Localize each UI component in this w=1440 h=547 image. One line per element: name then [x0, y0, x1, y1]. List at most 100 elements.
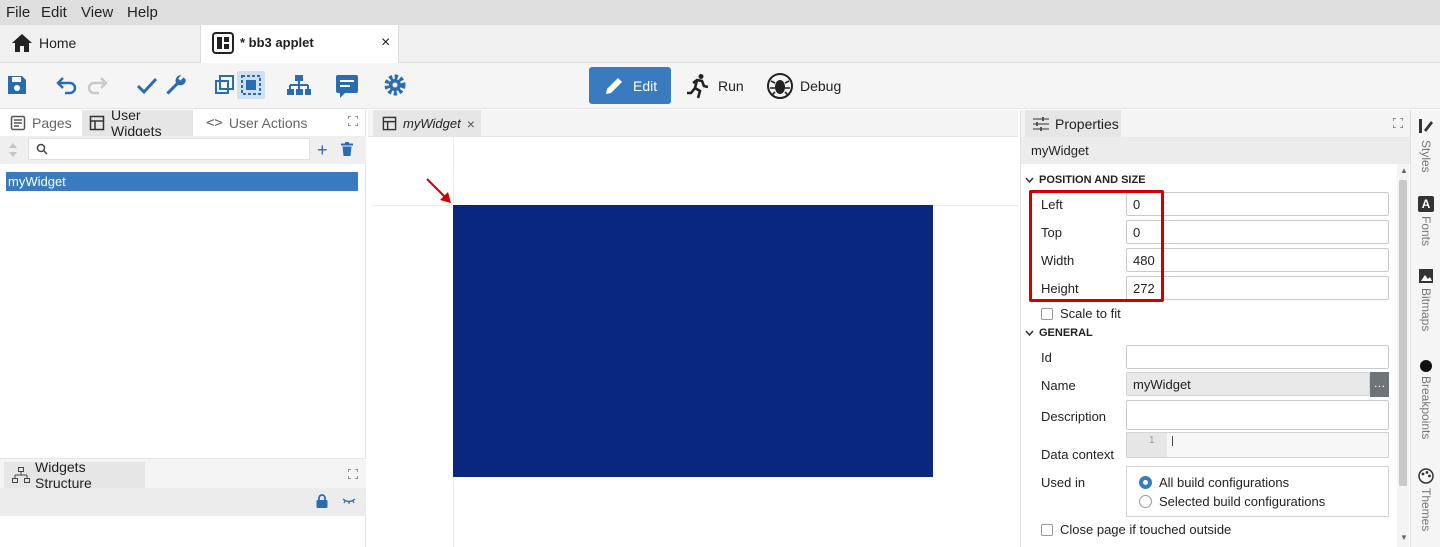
tab-user-actions-label: User Actions	[228, 115, 308, 131]
search-icon	[36, 143, 48, 155]
side-tab-fonts-label: Fonts	[1419, 216, 1433, 247]
copy-frames-icon[interactable]	[213, 73, 239, 99]
hidden-eye-icon[interactable]	[342, 497, 356, 505]
widget-list-toolbar: +	[0, 136, 366, 164]
widget-tab-icon	[382, 116, 397, 131]
save-icon[interactable]	[5, 73, 31, 99]
name-field[interactable]: myWidget	[1126, 372, 1370, 396]
red-arrow-annotation	[424, 176, 454, 206]
structure-tree-icon	[12, 467, 30, 483]
close-editor-tab-icon[interactable]: ×	[467, 116, 475, 132]
widget-search-input[interactable]	[28, 138, 310, 160]
lock-icon[interactable]	[316, 494, 328, 508]
hierarchy-icon[interactable]	[286, 73, 312, 99]
run-mode-label: Run	[718, 77, 744, 94]
delete-trash-icon[interactable]	[341, 142, 353, 156]
properties-panel: Properties myWidget ▲ ▼ POSITION AND SIZ…	[1020, 110, 1411, 547]
tab-applet[interactable]: * bb3 applet ×	[200, 25, 399, 63]
description-field[interactable]	[1126, 400, 1389, 430]
side-tab-breakpoints-label: Breakpoints	[1419, 376, 1433, 440]
side-tab-themes[interactable]: Themes	[1411, 468, 1440, 531]
close-tab-icon[interactable]: ×	[381, 34, 390, 52]
height-field[interactable]: 272	[1126, 276, 1389, 300]
top-field[interactable]: 0	[1126, 220, 1389, 244]
undo-icon[interactable]	[55, 73, 81, 99]
red-highlight-box	[1029, 190, 1164, 302]
document-tab-bar: Home * bb3 applet ×	[0, 25, 1440, 63]
run-mode-button[interactable]: Run	[684, 67, 754, 104]
tab-user-widgets[interactable]: User Widgets	[82, 107, 193, 139]
maximize-structure-icon[interactable]	[348, 469, 358, 479]
widget-canvas-rect[interactable]	[453, 205, 933, 477]
maximize-properties-icon[interactable]	[1393, 118, 1403, 128]
scale-to-fit-label: Scale to fit	[1060, 306, 1121, 321]
side-tab-bitmaps-label: Bitmaps	[1419, 288, 1433, 332]
debug-mode-button[interactable]: Debug	[764, 67, 854, 104]
menu-file[interactable]: File	[6, 4, 30, 21]
side-tab-bitmaps[interactable]: Bitmaps	[1411, 268, 1440, 331]
side-tab-breakpoints[interactable]: Breakpoints	[1411, 360, 1440, 439]
edit-mode-button[interactable]: Edit	[589, 67, 671, 104]
check-icon[interactable]	[135, 73, 161, 99]
tab-pages-label: Pages	[32, 115, 72, 131]
radio-selected-label: Selected build configurations	[1159, 494, 1326, 509]
id-field[interactable]	[1126, 345, 1389, 369]
tab-widgets-structure[interactable]: Widgets Structure	[4, 459, 145, 491]
menu-view[interactable]: View	[81, 4, 113, 21]
redo-icon[interactable]	[85, 73, 111, 99]
general-section-title: GENERAL	[1039, 327, 1093, 339]
radio-all-build-configurations[interactable]: All build configurations	[1139, 475, 1289, 490]
structure-toolbar	[0, 488, 366, 516]
edit-mode-label: Edit	[633, 77, 658, 94]
menu-edit[interactable]: Edit	[41, 4, 67, 21]
tab-mywidget-label: myWidget	[403, 116, 461, 131]
running-person-icon	[686, 73, 710, 99]
section-general[interactable]: GENERAL	[1025, 327, 1093, 339]
selection-frame-icon[interactable]	[237, 71, 265, 99]
scrollbar-thumb[interactable]	[1399, 180, 1407, 486]
tab-home-label: Home	[39, 35, 77, 51]
scroll-up-icon[interactable]: ▲	[1400, 166, 1408, 175]
radio-unselected-icon[interactable]	[1139, 495, 1152, 508]
scale-to-fit-row[interactable]: Scale to fit	[1041, 306, 1121, 321]
tab-pages[interactable]: Pages	[10, 110, 72, 136]
used-in-group: All build configurations Selected build …	[1126, 466, 1389, 517]
close-page-label: Close page if touched outside	[1060, 522, 1232, 537]
properties-scrollbar[interactable]: ▲ ▼	[1397, 164, 1409, 547]
settings-gear-icon[interactable]	[383, 73, 409, 99]
radio-selected-build-configurations[interactable]: Selected build configurations	[1139, 494, 1325, 509]
wrench-icon[interactable]	[163, 73, 189, 99]
menu-help[interactable]: Help	[127, 4, 158, 21]
id-label: Id	[1041, 350, 1052, 365]
applet-icon	[211, 31, 235, 55]
tab-home[interactable]: Home	[0, 25, 200, 63]
side-tab-strip: Styles A Fonts Bitmaps Breakpoints Theme…	[1410, 110, 1440, 547]
tab-properties[interactable]: Properties	[1025, 110, 1121, 137]
tab-mywidget[interactable]: myWidget ×	[373, 110, 481, 137]
radio-selected-icon[interactable]	[1139, 476, 1152, 489]
tab-user-actions[interactable]: <> User Actions	[206, 110, 307, 136]
sort-icon[interactable]	[8, 142, 18, 158]
add-widget-icon[interactable]: +	[317, 141, 328, 159]
comment-icon[interactable]	[334, 73, 360, 99]
widget-editor: myWidget ×	[368, 110, 1018, 547]
name-more-button[interactable]: …	[1370, 372, 1389, 397]
side-tab-fonts[interactable]: A Fonts	[1411, 196, 1440, 246]
side-tab-themes-label: Themes	[1419, 488, 1433, 532]
widget-icon	[89, 115, 105, 131]
side-tab-styles[interactable]: Styles	[1411, 118, 1440, 173]
properties-title: Properties	[1055, 115, 1119, 132]
chevron-down-icon	[1025, 330, 1034, 336]
chevron-down-icon	[1025, 177, 1034, 183]
scroll-down-icon[interactable]: ▼	[1400, 533, 1408, 542]
section-position-and-size[interactable]: POSITION AND SIZE	[1025, 174, 1146, 186]
scale-to-fit-checkbox[interactable]	[1041, 307, 1053, 320]
side-tab-styles-label: Styles	[1419, 140, 1433, 173]
maximize-panel-icon[interactable]	[348, 116, 358, 126]
close-page-row[interactable]: Close page if touched outside	[1041, 522, 1231, 537]
left-field[interactable]: 0	[1126, 192, 1389, 216]
close-page-checkbox[interactable]	[1041, 523, 1053, 536]
list-item[interactable]: myWidget	[6, 172, 358, 191]
data-context-editor[interactable]: 1	[1126, 432, 1389, 458]
width-field[interactable]: 480	[1126, 248, 1389, 272]
